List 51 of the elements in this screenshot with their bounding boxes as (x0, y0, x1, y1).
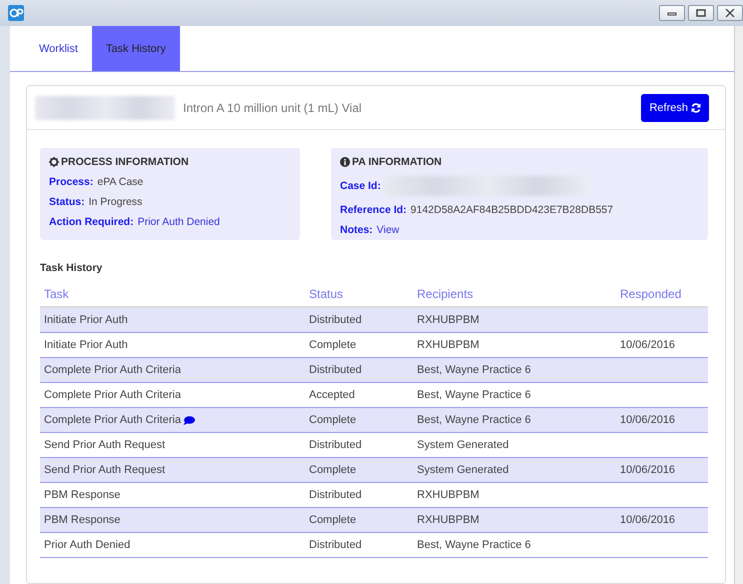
field-link[interactable]: Prior Auth Denied (138, 216, 220, 228)
refresh-icon (691, 102, 701, 112)
minimize-button[interactable] (659, 5, 685, 21)
table-cell: Complete (305, 508, 413, 532)
field-link[interactable]: View (376, 224, 400, 236)
table-cell: Initiate Prior Auth (40, 307, 305, 332)
close-button[interactable] (717, 5, 743, 21)
info-icon (340, 157, 350, 167)
table-cell: 10/06/2016 (616, 508, 708, 532)
table-cell: Complete (305, 408, 413, 432)
maximize-icon (696, 9, 706, 17)
field-value: In Progress (88, 196, 142, 208)
panel-title: PROCESS INFORMATION (61, 156, 189, 168)
table-cell: PBM Response (40, 508, 305, 532)
table-cell: 10/06/2016 (616, 408, 708, 432)
table-cell: Best, Wayne Practice 6 (413, 358, 616, 382)
table-cell: 10/06/2016 (616, 458, 708, 482)
field-label: Notes: (340, 224, 373, 236)
close-icon (725, 9, 735, 17)
tab[interactable]: Task History (92, 26, 180, 71)
refresh-button[interactable]: Refresh (641, 94, 709, 122)
table-cell: RXHUBPBM (413, 307, 616, 332)
table-cell: Best, Wayne Practice 6 (413, 408, 616, 432)
table-cell: Distributed (305, 307, 413, 332)
table-cell: Best, Wayne Practice 6 (413, 532, 616, 558)
field-label: Process: (49, 176, 94, 188)
app-icon (8, 5, 24, 21)
table-cell: Distributed (305, 532, 413, 558)
table-cell: Send Prior Auth Request (40, 458, 305, 482)
drug-name: Intron A 10 million unit (1 mL) Vial (183, 100, 363, 114)
field-label: Status: (49, 196, 85, 208)
field-value: 9142D58A2AF84B25BDD423E7B28DB557 (410, 204, 614, 216)
table-cell: Complete Prior Auth Criteria (40, 408, 305, 432)
field-label: Action Required: (49, 216, 134, 228)
comment-icon[interactable] (182, 416, 195, 425)
table-cell: Distributed (305, 358, 413, 382)
table-cell: Prior Auth Denied (40, 532, 305, 558)
field-label: Case Id: (340, 180, 381, 192)
scrollbar[interactable] (734, 26, 743, 584)
field-value: ePA Case (97, 176, 144, 188)
tab[interactable]: Worklist (25, 26, 92, 71)
minimize-icon (667, 10, 677, 16)
gear-icon (49, 157, 59, 167)
section-title: Task History (40, 262, 104, 274)
panel-title: PA INFORMATION (352, 156, 442, 168)
table-cell: RXHUBPBM (413, 508, 616, 532)
table-cell: System Generated (413, 458, 616, 482)
maximize-button[interactable] (688, 5, 714, 21)
table-cell: Complete (305, 458, 413, 482)
table-cell: Complete Prior Auth Criteria (40, 358, 305, 382)
field-label: Reference Id: (340, 204, 407, 216)
